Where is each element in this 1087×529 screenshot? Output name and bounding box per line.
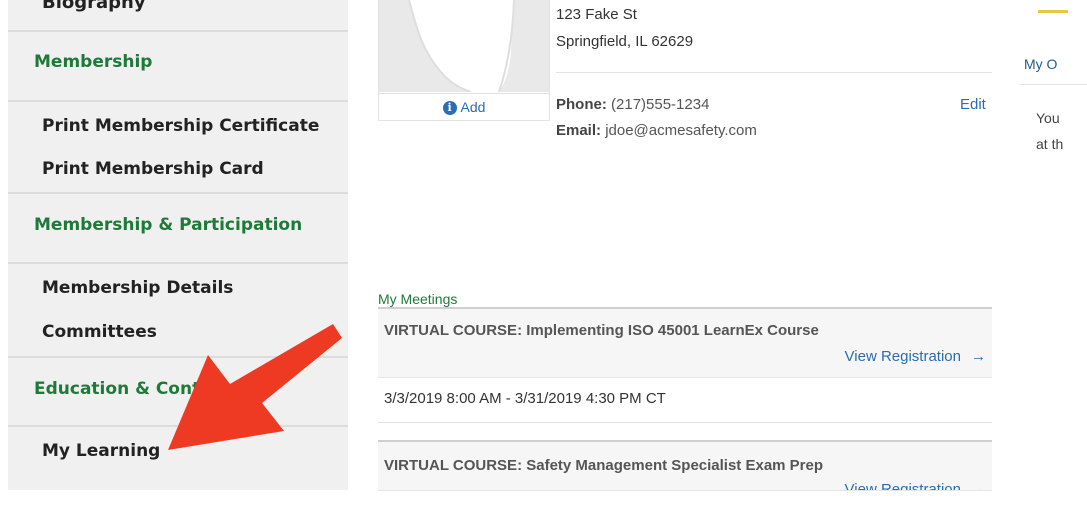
sidebar-heading-education-content: Education & Content xyxy=(34,379,232,399)
sidebar-item-membership-details[interactable]: Membership Details xyxy=(42,278,233,298)
right-panel-text-line-2: at th xyxy=(1036,136,1064,152)
email-label: Email: xyxy=(556,122,602,139)
divider xyxy=(1020,84,1087,85)
divider xyxy=(8,356,348,358)
divider xyxy=(8,192,348,194)
sidebar-item-committees[interactable]: Committees xyxy=(42,322,157,342)
divider xyxy=(378,422,992,423)
view-registration-link[interactable]: View Registration → xyxy=(844,481,986,491)
phone-row: Phone: (217)555-1234 xyxy=(556,96,709,113)
sidebar-heading-membership: Membership xyxy=(34,52,153,72)
sidebar-nav: Biography Membership Print Membership Ce… xyxy=(8,0,348,490)
arrow-right-icon: → xyxy=(971,348,986,365)
divider xyxy=(8,30,348,32)
accent-bar xyxy=(1038,10,1068,13)
email-row: Email: jdoe@acmesafety.com xyxy=(556,122,757,139)
meeting-item: VIRTUAL COURSE: Safety Management Specia… xyxy=(378,442,992,491)
divider xyxy=(8,100,348,102)
divider xyxy=(8,262,348,264)
sidebar-item-my-learning[interactable]: My Learning xyxy=(42,441,160,461)
sidebar-item-biography[interactable]: Biography xyxy=(42,0,146,13)
address-line-2: Springfield, IL 62629 xyxy=(556,33,694,50)
meeting-course-title: VIRTUAL COURSE: Safety Management Specia… xyxy=(384,457,824,474)
view-registration-label: View Registration xyxy=(844,348,961,365)
sidebar-item-print-card[interactable]: Print Membership Card xyxy=(42,159,264,179)
meeting-course-title: VIRTUAL COURSE: Implementing ISO 45001 L… xyxy=(384,322,819,339)
right-panel: My O You at th xyxy=(1020,0,1087,200)
sidebar-heading-membership-participation: Membership & Participation xyxy=(34,215,303,235)
divider xyxy=(8,425,348,427)
phone-value: (217)555-1234 xyxy=(611,96,710,113)
meeting-item: VIRTUAL COURSE: Implementing ISO 45001 L… xyxy=(378,309,992,378)
profile-photo: i Add xyxy=(378,0,550,121)
view-registration-label: View Registration xyxy=(844,481,961,491)
right-panel-text-line-1: You xyxy=(1036,110,1060,126)
address-line-1: 123 Fake St xyxy=(556,6,637,23)
avatar-placeholder-icon xyxy=(379,0,549,92)
sidebar-item-print-certificate[interactable]: Print Membership Certificate xyxy=(42,116,319,136)
arrow-right-icon: → xyxy=(971,481,986,491)
view-registration-link[interactable]: View Registration → xyxy=(845,348,986,365)
add-photo-label: Add xyxy=(460,99,486,115)
info-icon: i xyxy=(442,101,457,116)
my-meetings-heading: My Meetings xyxy=(378,291,458,307)
right-panel-title: My O xyxy=(1024,56,1058,72)
edit-contact-link[interactable]: Edit xyxy=(960,96,986,113)
meeting-date: 3/3/2019 8:00 AM - 3/31/2019 4:30 PM CT xyxy=(384,390,666,407)
divider xyxy=(556,72,992,73)
phone-label: Phone: xyxy=(556,96,607,113)
email-value: jdoe@acmesafety.com xyxy=(605,122,757,139)
add-photo-button[interactable]: i Add xyxy=(379,93,549,120)
